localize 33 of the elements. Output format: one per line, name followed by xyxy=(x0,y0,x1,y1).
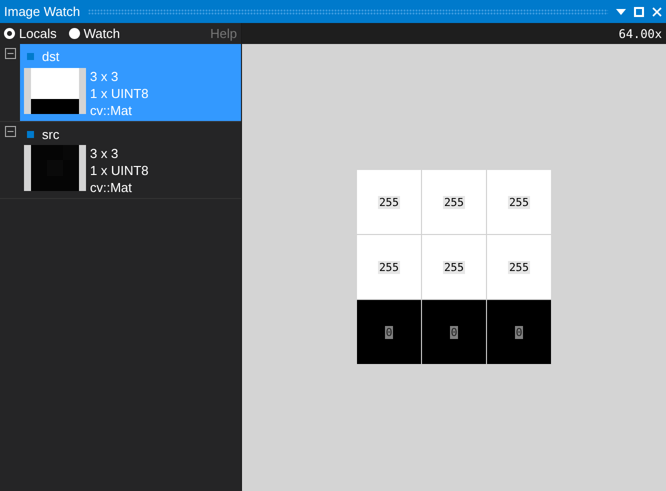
image-thumbnail xyxy=(24,68,86,114)
pixel-value: 255 xyxy=(508,260,530,274)
close-icon[interactable] xyxy=(652,6,662,16)
pixel-value: 0 xyxy=(384,326,394,338)
radio-button[interactable] xyxy=(68,28,80,39)
pixel-value: 255 xyxy=(443,260,465,274)
pixel-value: 255 xyxy=(378,196,400,208)
image-size: 3 x 3 xyxy=(90,145,120,162)
image-type: cv::Mat xyxy=(90,179,133,196)
mode-option[interactable]: Watch xyxy=(68,24,120,44)
image-type: cv::Mat xyxy=(90,102,133,118)
pixel-value: 255 xyxy=(443,196,465,208)
variable-name: dst xyxy=(42,48,60,66)
image-size: 3 x 3 xyxy=(90,68,120,84)
collapse-icon[interactable] xyxy=(4,48,16,59)
window-title: Image Watch xyxy=(4,2,80,21)
zoom-level: 64.00x xyxy=(618,26,662,42)
pixel-value: 0 xyxy=(514,326,524,338)
radio-button[interactable] xyxy=(4,28,15,39)
maximize-icon[interactable] xyxy=(634,6,644,16)
variable-icon xyxy=(27,53,34,60)
variable-icon xyxy=(27,130,34,138)
image-thumbnail xyxy=(24,145,86,191)
image-channels: 1 x UINT8 xyxy=(90,162,149,179)
pixel-value: 255 xyxy=(378,260,400,274)
pixel-value: 0 xyxy=(450,326,458,338)
pixel-value: 255 xyxy=(508,196,530,208)
variable-item[interactable]: src 3 x 3 1 x UINT8 cv::Mat xyxy=(20,122,241,198)
collapse-icon[interactable] xyxy=(4,126,16,136)
mode-option[interactable]: Locals xyxy=(4,24,57,44)
image-channels: 1 x UINT8 xyxy=(90,84,149,102)
dropdown-icon[interactable] xyxy=(616,8,626,14)
variable-name: src xyxy=(42,126,60,144)
